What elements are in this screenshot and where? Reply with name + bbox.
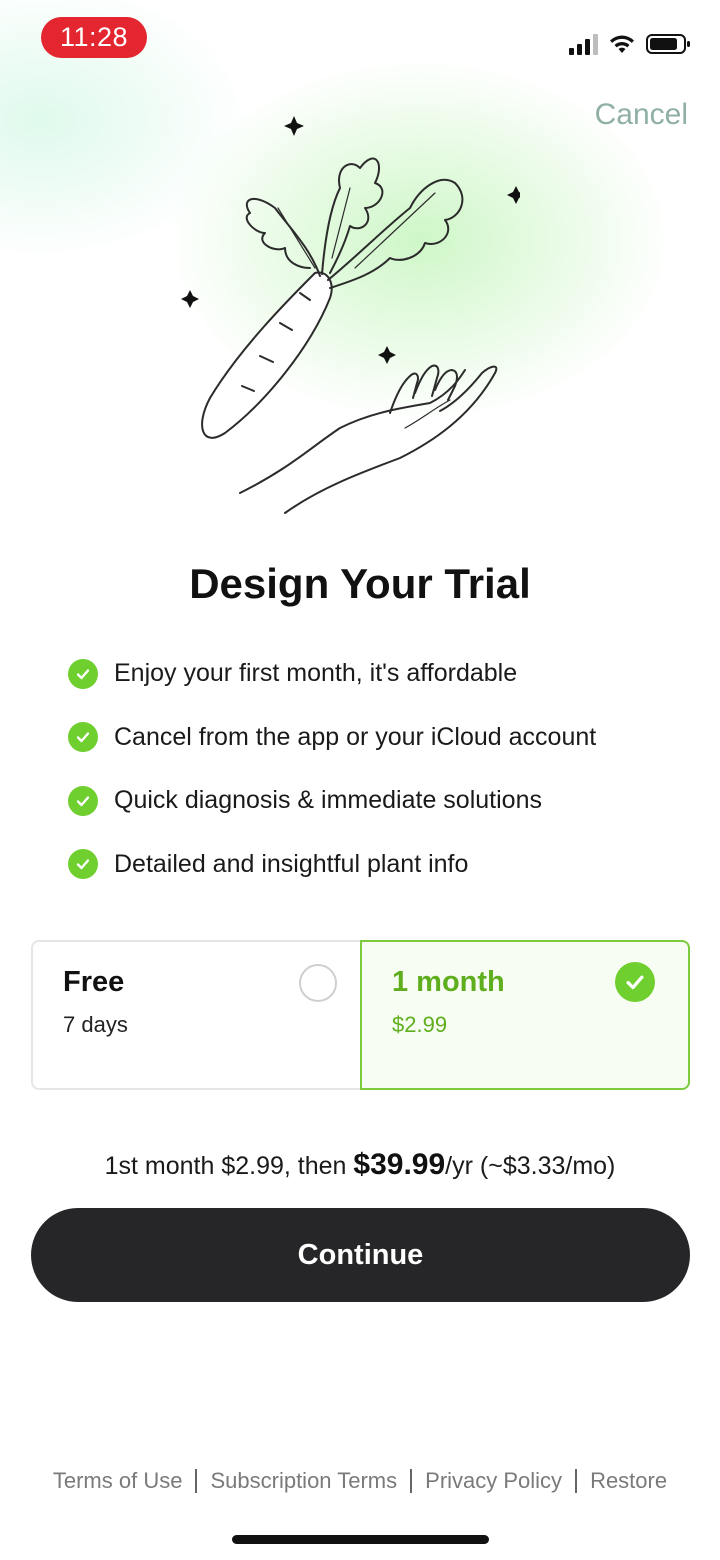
sparkle-icon — [284, 116, 304, 136]
pricing-summary: 1st month $2.99, then $39.99/yr (~$3.33/… — [0, 1148, 720, 1182]
feature-text: Cancel from the app or your iCloud accou… — [114, 722, 597, 751]
restore-link[interactable]: Restore — [590, 1468, 667, 1494]
check-circle-icon — [68, 722, 98, 753]
battery-icon — [646, 34, 690, 54]
status-time: 11:28 — [41, 17, 147, 58]
radio-checked-icon[interactable] — [615, 962, 655, 1002]
pricing-suffix: /yr (~$3.33/mo) — [445, 1152, 616, 1180]
status-icons — [569, 30, 692, 58]
check-circle-icon — [68, 658, 98, 689]
feature-text: Detailed and insightful plant info — [114, 849, 469, 878]
terms-of-use-link[interactable]: Terms of Use — [53, 1468, 183, 1494]
sparkle-icon — [507, 186, 520, 204]
wifi-icon — [610, 35, 634, 53]
cancel-button[interactable]: Cancel — [595, 98, 688, 132]
cellular-signal-icon — [569, 33, 598, 55]
plan-option-free[interactable]: Free 7 days — [31, 940, 363, 1090]
page-title: Design Your Trial — [189, 560, 531, 607]
radio-unchecked-icon[interactable] — [299, 964, 337, 1002]
sparkle-icon — [378, 346, 396, 364]
feature-item: Enjoy your first month, it's affordable — [68, 642, 596, 706]
divider — [195, 1469, 198, 1493]
carrot-in-hand-illustration — [181, 116, 520, 514]
footer-links: Terms of Use Subscription Terms Privacy … — [0, 1468, 720, 1494]
plan-name: Free — [63, 966, 125, 998]
plan-price: $2.99 — [392, 1012, 448, 1037]
plan-option-1-month[interactable]: 1 month $2.99 — [360, 940, 690, 1090]
plan-subtitle: 7 days — [63, 1012, 128, 1037]
check-circle-icon — [68, 785, 98, 816]
pricing-annual-price: $39.99 — [353, 1148, 446, 1181]
feature-list: Enjoy your first month, it's affordable … — [68, 642, 596, 896]
feature-item: Quick diagnosis & immediate solutions — [68, 769, 596, 833]
divider — [410, 1469, 413, 1493]
plan-name: 1 month — [392, 966, 505, 998]
feature-text: Enjoy your first month, it's affordable — [114, 659, 518, 688]
divider — [575, 1469, 578, 1493]
continue-button[interactable]: Continue — [31, 1208, 690, 1302]
home-indicator[interactable] — [232, 1535, 489, 1544]
feature-item: Detailed and insightful plant info — [68, 833, 596, 897]
plan-selector: Free 7 days 1 month $2.99 — [31, 940, 690, 1090]
subscription-terms-link[interactable]: Subscription Terms — [210, 1468, 397, 1494]
pricing-prefix: 1st month $2.99, then — [104, 1152, 354, 1180]
feature-item: Cancel from the app or your iCloud accou… — [68, 706, 596, 770]
sparkle-icon — [181, 290, 199, 308]
status-bar: 11:28 — [0, 0, 720, 80]
privacy-policy-link[interactable]: Privacy Policy — [425, 1468, 562, 1494]
feature-text: Quick diagnosis & immediate solutions — [114, 786, 542, 815]
check-circle-icon — [68, 849, 98, 880]
